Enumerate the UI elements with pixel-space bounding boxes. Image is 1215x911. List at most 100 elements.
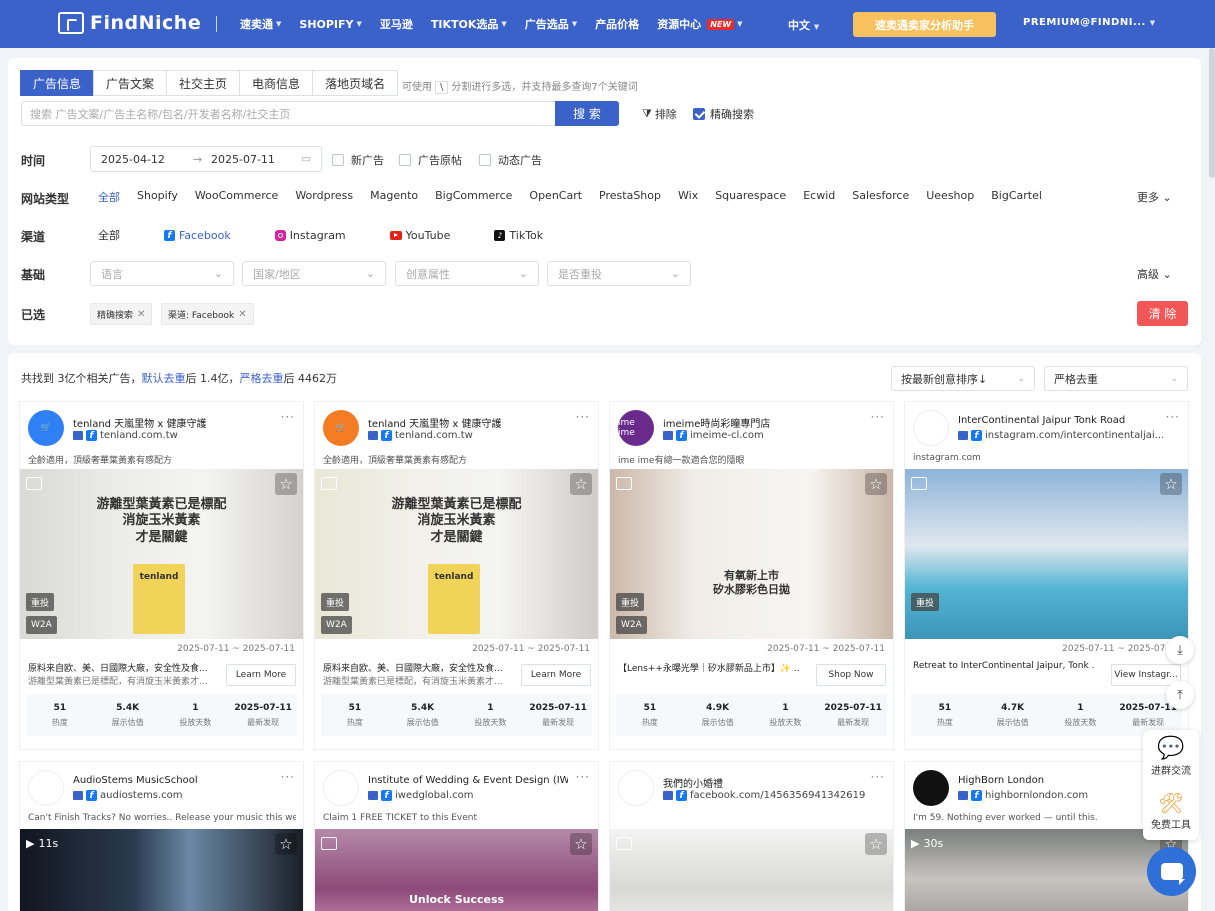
advertiser-domain[interactable]: f instagram.com/intercontinentaljai... bbox=[958, 430, 1183, 441]
ad-creative[interactable]: ☆ 游離型葉黃素已是標配 消旋玉米黃素 才是關鍵 tenland 重投 W2A bbox=[315, 469, 598, 639]
sort-select[interactable]: 按最新创意排序↓ ⌄ bbox=[891, 366, 1035, 391]
favorite-star-icon[interactable]: ☆ bbox=[1160, 473, 1182, 495]
advertiser-avatar[interactable] bbox=[618, 770, 654, 806]
ad-creative[interactable]: ☆ 有氧新上市 矽水膠彩色日拋 重投 W2A bbox=[610, 469, 893, 639]
country-select[interactable]: 国家/地区 ⌄ bbox=[242, 261, 386, 286]
menu-amazon[interactable]: 亚马逊 bbox=[380, 16, 413, 32]
ad-card[interactable]: 我們的小婚禮 ··· f facebook.com/1456356941342619 ☆ bbox=[610, 762, 893, 911]
dedupe-select[interactable]: 严格去重 ⌄ bbox=[1044, 366, 1188, 391]
close-icon[interactable]: ✕ bbox=[238, 309, 246, 320]
ad-creative[interactable]: ▶ 11s ☆ bbox=[20, 829, 303, 911]
ad-creative[interactable]: ☆ 游離型葉黃素已是標配 消旋玉米黃素 才是關鍵 tenland 重投 W2A bbox=[20, 469, 303, 639]
channel-facebook[interactable]: f Facebook bbox=[164, 229, 253, 242]
menu-resources[interactable]: 资源中心 NEW ▼ bbox=[657, 16, 742, 32]
aliexpress-helper-button[interactable]: 速卖通卖家分析助手 bbox=[853, 12, 996, 37]
download-icon[interactable]: ⤓ bbox=[1166, 636, 1194, 664]
ad-cta-button[interactable]: Learn More bbox=[226, 664, 296, 686]
logo[interactable]: FindNiche bbox=[58, 12, 201, 34]
chip-exact-search[interactable]: 精确搜索 ✕ bbox=[90, 303, 153, 325]
close-icon[interactable]: ✕ bbox=[137, 309, 145, 320]
original-post-checkbox[interactable]: 广告原帖 bbox=[399, 152, 462, 168]
channel-instagram[interactable]: Instagram bbox=[274, 229, 368, 242]
more-options-icon[interactable]: ··· bbox=[1166, 410, 1180, 424]
tab-ecommerce[interactable]: 电商信息 bbox=[239, 70, 314, 96]
clear-button[interactable]: 清 除 bbox=[1137, 301, 1188, 326]
exact-search-checkbox[interactable]: 精确搜索 bbox=[693, 106, 754, 122]
dynamic-ad-checkbox[interactable]: 动态广告 bbox=[479, 152, 542, 168]
channel-all[interactable]: 全部 bbox=[98, 227, 142, 243]
advertiser-name[interactable]: 我們的小婚禮 bbox=[663, 775, 863, 790]
advertiser-domain[interactable]: f facebook.com/1456356941342619 bbox=[663, 790, 888, 801]
menu-shopify[interactable]: SHOPIFY ▼ bbox=[299, 18, 362, 31]
advertiser-avatar[interactable] bbox=[913, 410, 949, 446]
menu-product-price[interactable]: 产品价格 bbox=[595, 16, 639, 32]
menu-ad-products[interactable]: 广告选品 ▼ bbox=[525, 16, 577, 32]
site-woocommerce[interactable]: WooCommerce bbox=[195, 189, 278, 205]
more-options-icon[interactable]: ··· bbox=[871, 770, 885, 784]
advertiser-name[interactable]: imeime時尚彩瞳專門店 bbox=[663, 415, 863, 430]
ad-card[interactable]: InterContinental Jaipur Tonk Road ··· f ins… bbox=[905, 402, 1188, 749]
site-magento[interactable]: Magento bbox=[370, 189, 418, 205]
reposted-select[interactable]: 是否重投 ⌄ bbox=[547, 261, 691, 286]
ad-cta-button[interactable]: Learn More bbox=[521, 664, 591, 686]
advertiser-domain[interactable]: f imeime-cl.com bbox=[663, 430, 888, 441]
advanced-toggle[interactable]: 高级 ⌄ bbox=[1137, 266, 1172, 282]
advertiser-name[interactable]: HighBorn London bbox=[958, 775, 1158, 786]
site-opencart[interactable]: OpenCart bbox=[529, 189, 582, 205]
advertiser-avatar[interactable]: 🛒 bbox=[28, 410, 64, 446]
language-select[interactable]: 中文 ▼ bbox=[788, 17, 819, 33]
channel-youtube[interactable]: YouTube bbox=[389, 229, 473, 242]
live-chat-button[interactable] bbox=[1147, 847, 1196, 896]
advertiser-domain[interactable]: f audiostems.com bbox=[73, 790, 298, 801]
site-bigcommerce[interactable]: BigCommerce bbox=[435, 189, 512, 205]
ad-creative[interactable]: ☆ bbox=[610, 829, 893, 911]
ad-cta-button[interactable]: View Instagr... bbox=[1111, 664, 1181, 686]
tab-social-page[interactable]: 社交主页 bbox=[166, 70, 241, 96]
site-all[interactable]: 全部 bbox=[98, 189, 120, 205]
tab-landing-domain[interactable]: 落地页域名 bbox=[312, 70, 399, 96]
more-options-icon[interactable]: ··· bbox=[871, 410, 885, 424]
ad-card[interactable]: Institute of Wedding & Event Design (IWE… bbox=[315, 762, 598, 911]
more-site-types[interactable]: 更多 ⌄ bbox=[1137, 189, 1172, 205]
favorite-star-icon[interactable]: ☆ bbox=[570, 833, 592, 855]
advertiser-name[interactable]: tenland 天嵐里物 x 健康守護 bbox=[73, 415, 273, 430]
date-range-picker[interactable]: 2025-04-12 → 2025-07-11 ▭ bbox=[90, 146, 322, 172]
favorite-star-icon[interactable]: ☆ bbox=[865, 473, 887, 495]
site-salesforce[interactable]: Salesforce bbox=[852, 189, 909, 205]
search-input[interactable]: 搜索 广告文案/广告主名称/包名/开发者名称/社交主页 bbox=[21, 101, 556, 126]
ad-card[interactable]: AudioStems MusicSchool ··· f audiostems.com… bbox=[20, 762, 303, 911]
advertiser-avatar[interactable] bbox=[323, 770, 359, 806]
tab-ad-copy[interactable]: 广告文案 bbox=[93, 70, 168, 96]
more-options-icon[interactable]: ··· bbox=[576, 770, 590, 784]
site-wix[interactable]: Wix bbox=[678, 189, 698, 205]
ad-creative[interactable]: ☆ 重投 bbox=[905, 469, 1188, 639]
page-scrollbar[interactable] bbox=[1209, 48, 1215, 178]
default-dedupe-link[interactable]: 默认去重 bbox=[142, 372, 186, 385]
favorite-star-icon[interactable]: ☆ bbox=[865, 833, 887, 855]
language-select[interactable]: 语言 ⌄ bbox=[90, 261, 234, 286]
site-ecwid[interactable]: Ecwid bbox=[803, 189, 835, 205]
site-squarespace[interactable]: Squarespace bbox=[715, 189, 786, 205]
join-group-button[interactable]: 💬 进群交流 bbox=[1143, 736, 1199, 777]
advertiser-avatar[interactable]: ime ime bbox=[618, 410, 654, 446]
site-shopify[interactable]: Shopify bbox=[137, 189, 178, 205]
exclude-toggle[interactable]: ⧩ 排除 bbox=[642, 106, 677, 122]
menu-tiktok[interactable]: TIKTOK选品 ▼ bbox=[431, 16, 507, 32]
site-ueeshop[interactable]: Ueeshop bbox=[926, 189, 974, 205]
strict-dedupe-link[interactable]: 严格去重 bbox=[240, 372, 284, 385]
advertiser-domain[interactable]: f iwedglobal.com bbox=[368, 790, 593, 801]
more-options-icon[interactable]: ··· bbox=[281, 410, 295, 424]
site-prestashop[interactable]: PrestaShop bbox=[599, 189, 661, 205]
ad-card[interactable]: 🛒 tenland 天嵐里物 x 健康守護 ··· f tenland.com.tw 全齡… bbox=[20, 402, 303, 749]
site-wordpress[interactable]: Wordpress bbox=[295, 189, 353, 205]
menu-aliexpress[interactable]: 速卖通 ▼ bbox=[240, 16, 281, 32]
more-options-icon[interactable]: ··· bbox=[281, 770, 295, 784]
new-ad-checkbox[interactable]: 新广告 bbox=[332, 152, 384, 168]
search-button[interactable]: 搜 索 bbox=[555, 101, 619, 126]
advertiser-name[interactable]: InterContinental Jaipur Tonk Road bbox=[958, 415, 1158, 426]
back-to-top-icon[interactable]: ⤒ bbox=[1166, 681, 1194, 709]
ad-cta-button[interactable]: Shop Now bbox=[816, 664, 886, 686]
chip-channel-facebook[interactable]: 渠道: Facebook ✕ bbox=[161, 303, 254, 325]
site-bigcartel[interactable]: BigCartel bbox=[991, 189, 1042, 205]
ad-card[interactable]: 🛒 tenland 天嵐里物 x 健康守護 ··· f tenland.com.tw 全齡… bbox=[315, 402, 598, 749]
